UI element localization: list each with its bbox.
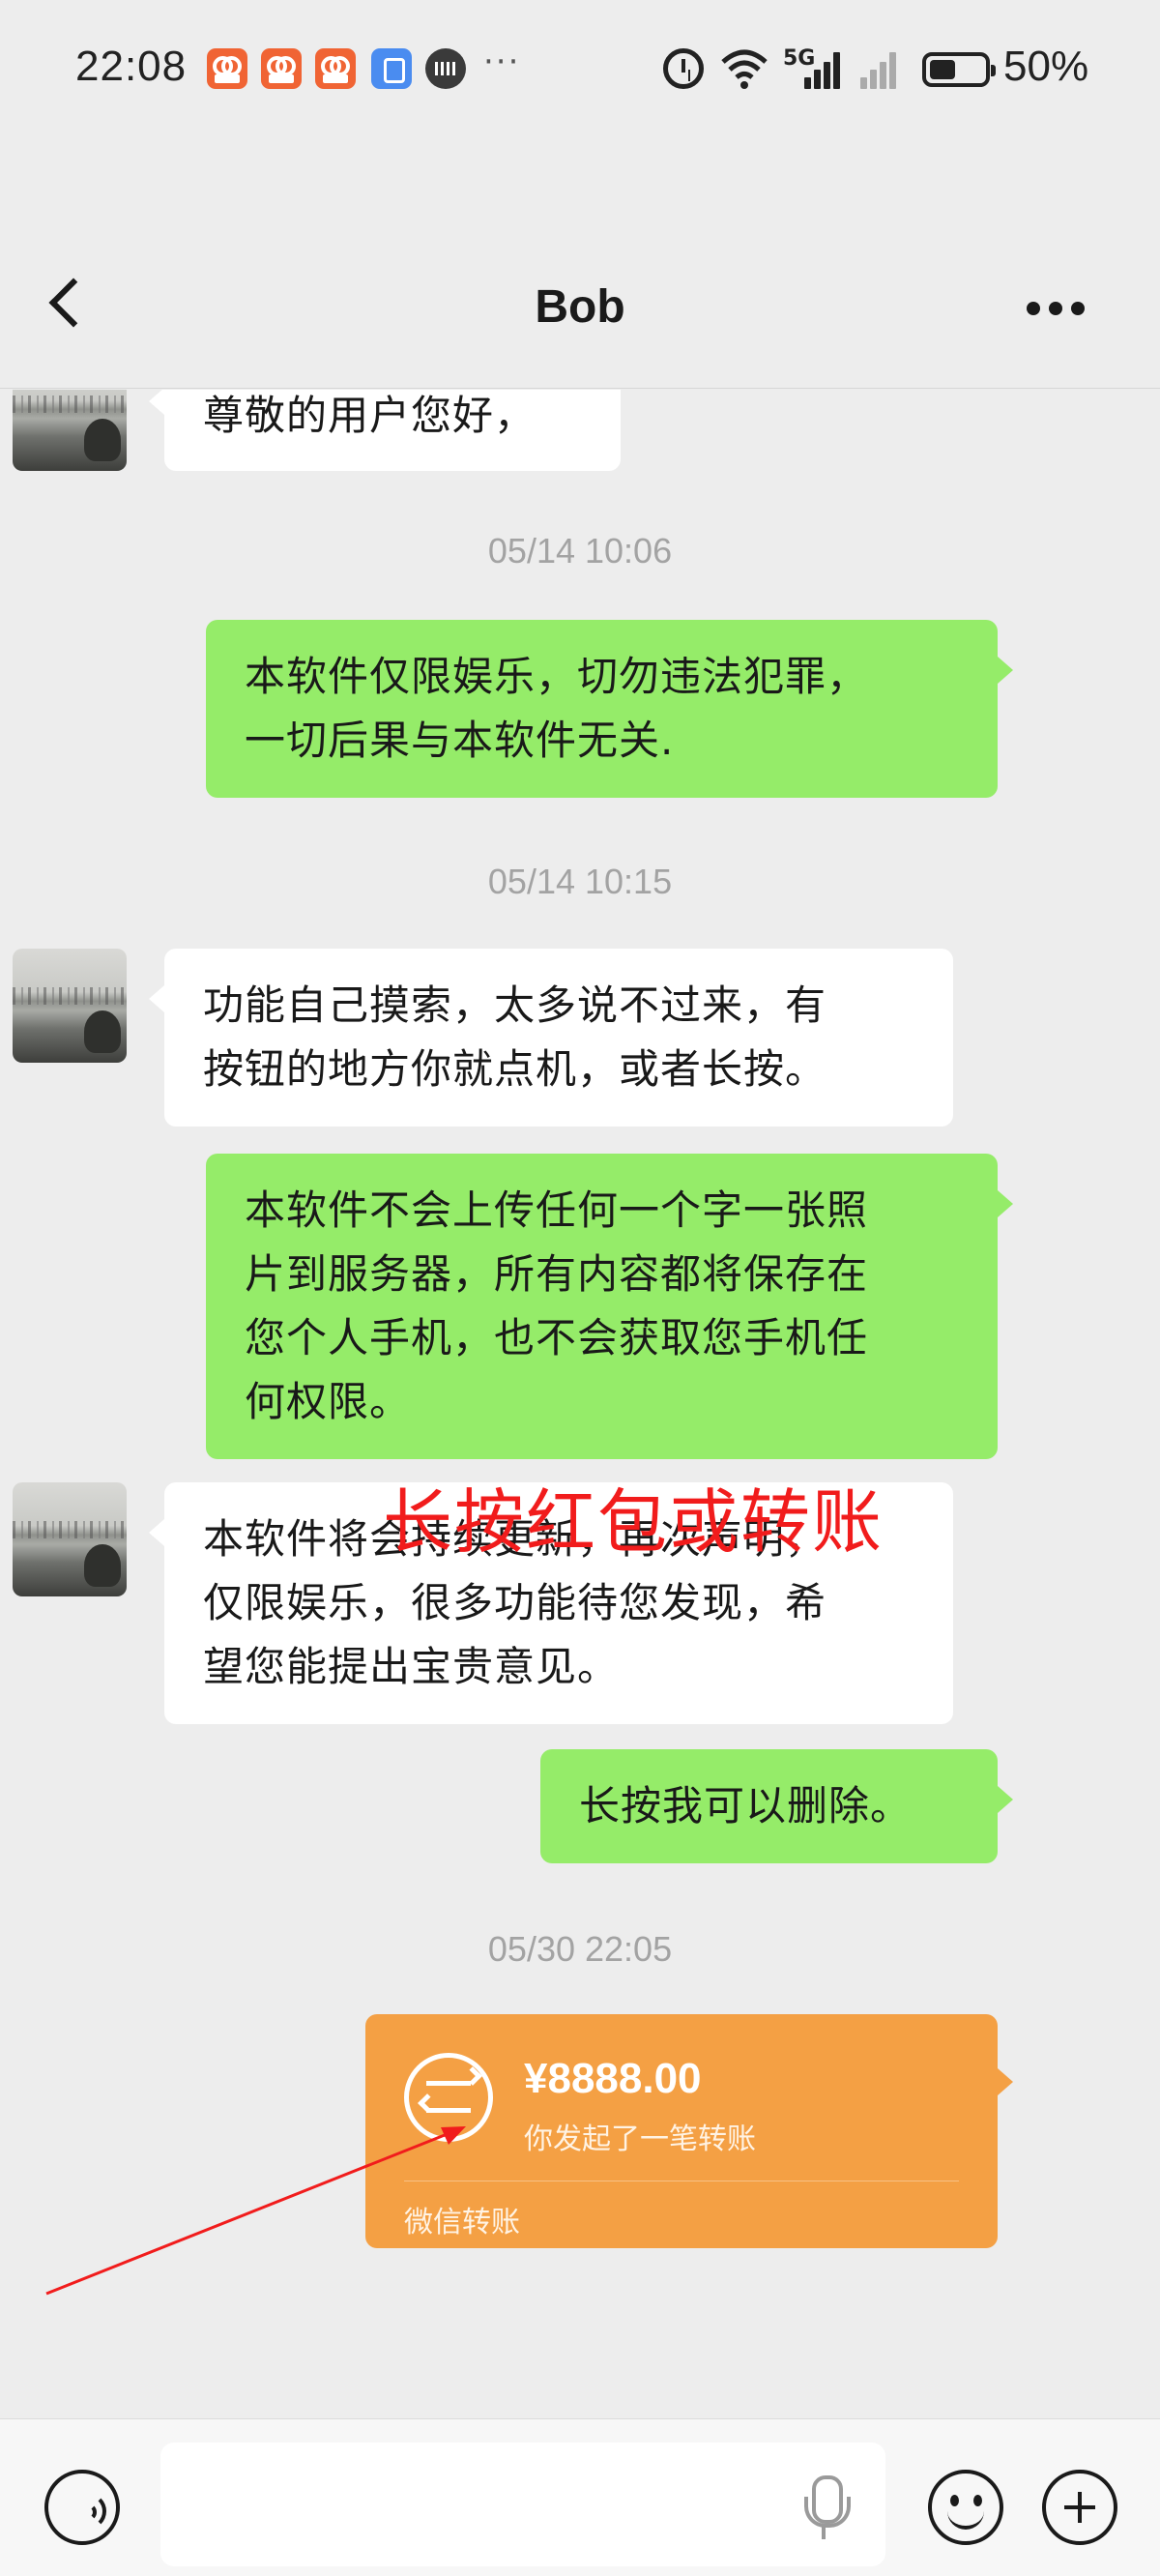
kuaishou-app-icon — [315, 48, 356, 89]
message-bubble[interactable]: 尊敬的用户您好， — [149, 390, 621, 471]
alarm-icon — [663, 48, 704, 89]
emoji-icon[interactable] — [928, 2470, 1003, 2545]
input-bar — [0, 2418, 1160, 2576]
battery-icon — [922, 52, 996, 87]
message-text: 望您能提出宝贵意见。 — [203, 1643, 620, 1690]
message-text: 长按我可以删除。 — [579, 1782, 913, 1830]
message-text: 一切后果与本软件无关. — [245, 717, 675, 764]
voice-icon[interactable] — [44, 2470, 120, 2545]
contact-avatar[interactable] — [13, 390, 127, 471]
more-notifications-icon: ··· — [483, 43, 521, 81]
message-text: 尊敬的用户您好， — [203, 392, 536, 439]
message-bubble[interactable]: 功能自己摸索，太多说不过来，有 按钮的地方你就点机，或者长按。 — [149, 949, 953, 1127]
message-bubble[interactable]: 本软件仅限娱乐，切勿违法犯罪， 一切后果与本软件无关. — [206, 620, 1013, 798]
battery-percent: 50% — [1003, 43, 1089, 90]
message-bubble[interactable]: 本软件不会上传任何一个字一张照 片到服务器，所有内容都将保存在 您个人手机，也不… — [206, 1154, 1013, 1459]
plus-icon[interactable] — [1042, 2470, 1117, 2545]
message-text: 仅限娱乐，很多功能待您发现，希 — [203, 1579, 827, 1626]
message-input[interactable] — [160, 2443, 885, 2566]
chat-header: Bob — [0, 135, 1160, 389]
contact-avatar[interactable] — [13, 949, 127, 1063]
transfer-card[interactable]: ¥8888.00 你发起了一笔转账 微信转账 — [365, 2014, 1013, 2248]
message-text: 本软件仅限娱乐，切勿违法犯罪， — [245, 653, 869, 700]
microphone-stem — [822, 2526, 826, 2539]
transfer-icon — [404, 2053, 493, 2142]
transfer-footer: 微信转账 — [404, 2206, 520, 2239]
transfer-amount: ¥8888.00 — [524, 2055, 702, 2102]
annotation-text: 长按红包或转账 — [383, 1481, 884, 1563]
message-text: 您个人手机，也不会获取您手机任 — [245, 1314, 869, 1361]
message-text: 功能自己摸索，太多说不过来，有 — [203, 981, 827, 1029]
chat-title: Bob — [535, 281, 625, 333]
status-time: 22:08 — [75, 43, 188, 90]
message-text: 何权限。 — [245, 1378, 412, 1425]
kuaishou-app-icon — [207, 48, 247, 89]
timestamp: 05/14 10:06 — [487, 531, 673, 571]
signal-icon-secondary — [860, 50, 901, 89]
transfer-description: 你发起了一笔转账 — [524, 2122, 756, 2156]
kuaishou-app-icon — [261, 48, 302, 89]
status-bar: 22:08 ··· 5G 50% — [0, 0, 1160, 135]
more-icon[interactable] — [1027, 302, 1085, 317]
message-text: 片到服务器，所有内容都将保存在 — [245, 1250, 869, 1298]
notification-app-icon — [371, 48, 412, 89]
message-bubble[interactable]: 长按我可以删除。 — [540, 1749, 1013, 1863]
contact-avatar[interactable] — [13, 1482, 127, 1596]
timestamp: 05/30 22:05 — [487, 1929, 673, 1969]
wifi-icon — [721, 49, 768, 89]
message-text: 本软件不会上传任何一个字一张照 — [245, 1186, 869, 1234]
timestamp: 05/14 10:15 — [487, 862, 673, 901]
signal-icon — [804, 50, 845, 89]
message-text: 按钮的地方你就点机，或者长按。 — [203, 1045, 827, 1093]
voice-app-icon — [425, 48, 466, 89]
